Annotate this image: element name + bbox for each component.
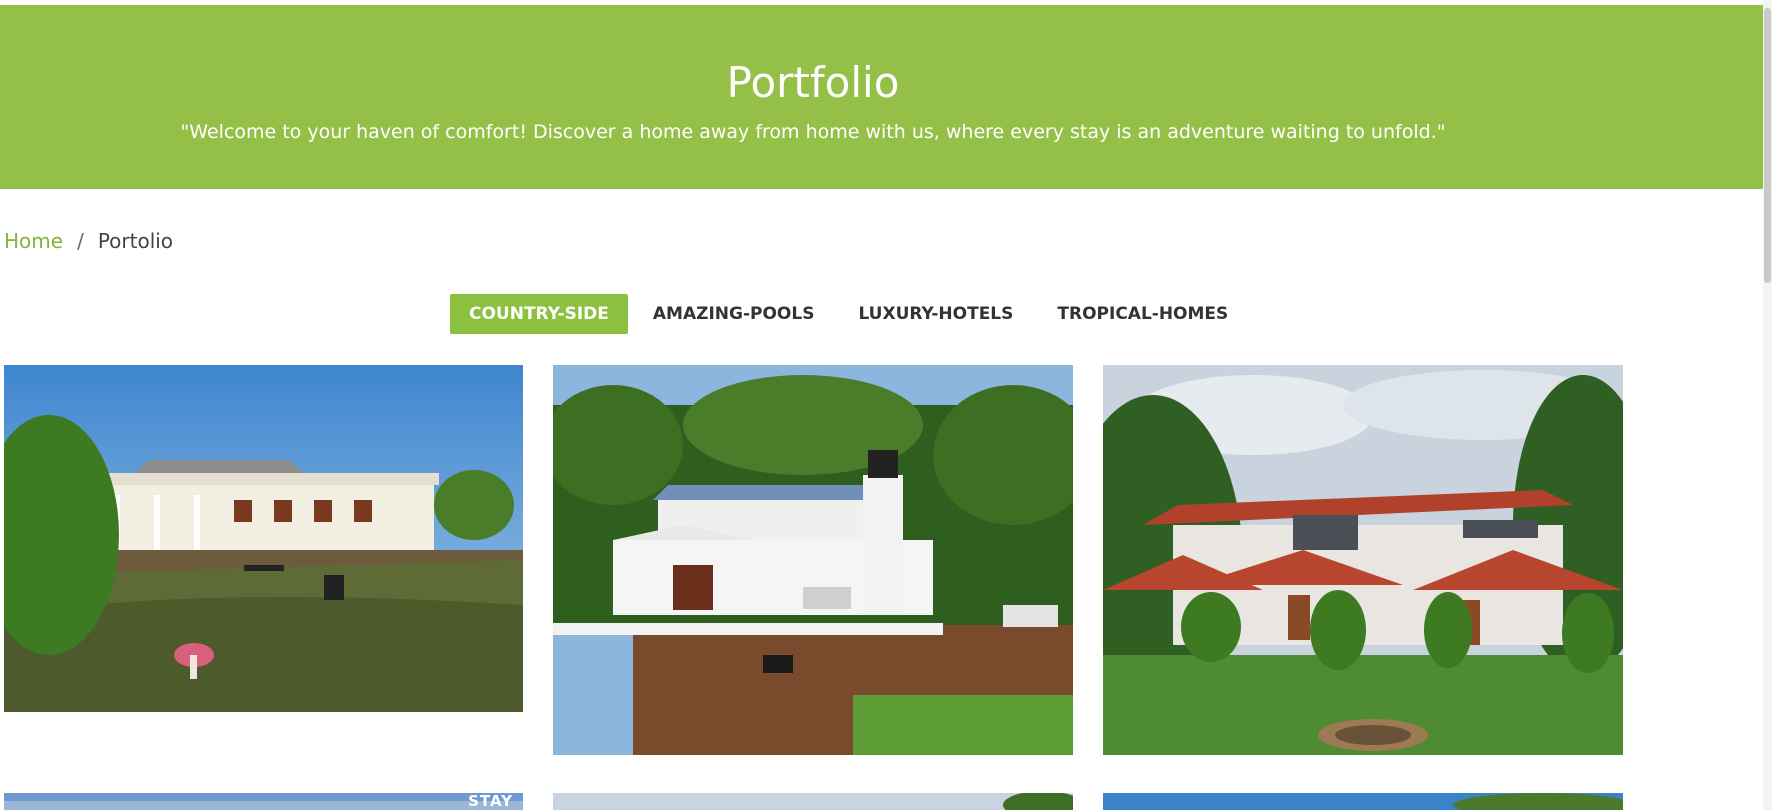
gallery-image-villa-lawn[interactable] (4, 365, 523, 712)
filter-tropical-homes[interactable]: TROPICAL-HOMES (1038, 294, 1247, 334)
page-title: Portfolio (726, 58, 900, 107)
page-hero: Portfolio "Welcome to your haven of comf… (0, 5, 1763, 189)
gallery-image-tropical-house[interactable] (553, 365, 1073, 755)
filter-amazing-pools[interactable]: AMAZING-POOLS (634, 294, 834, 334)
scrollbar-thumb[interactable] (1764, 8, 1771, 283)
breadcrumb: Home / Portolio (4, 228, 173, 254)
hero-tagline: "Welcome to your haven of comfort! Disco… (180, 121, 1446, 143)
page-scrollbar[interactable] (1763, 0, 1772, 810)
breadcrumb-current: Portolio (97, 229, 174, 253)
gallery-image-row2-2[interactable] (553, 793, 1073, 810)
gallery-image-red-roof-villa[interactable] (1103, 365, 1623, 755)
filter-country-side[interactable]: COUNTRY-SIDE (450, 294, 628, 334)
breadcrumb-separator: / (77, 229, 84, 253)
gallery-image-row2-1[interactable]: STAY (4, 793, 523, 810)
portfolio-filter-bar: COUNTRY-SIDE AMAZING-POOLS LUXURY-HOTELS… (450, 294, 1253, 334)
breadcrumb-home-link[interactable]: Home (4, 229, 63, 253)
gallery-image-row2-3[interactable] (1103, 793, 1623, 810)
filter-luxury-hotels[interactable]: LUXURY-HOTELS (839, 294, 1032, 334)
stay-watermark: STAY (468, 793, 513, 810)
